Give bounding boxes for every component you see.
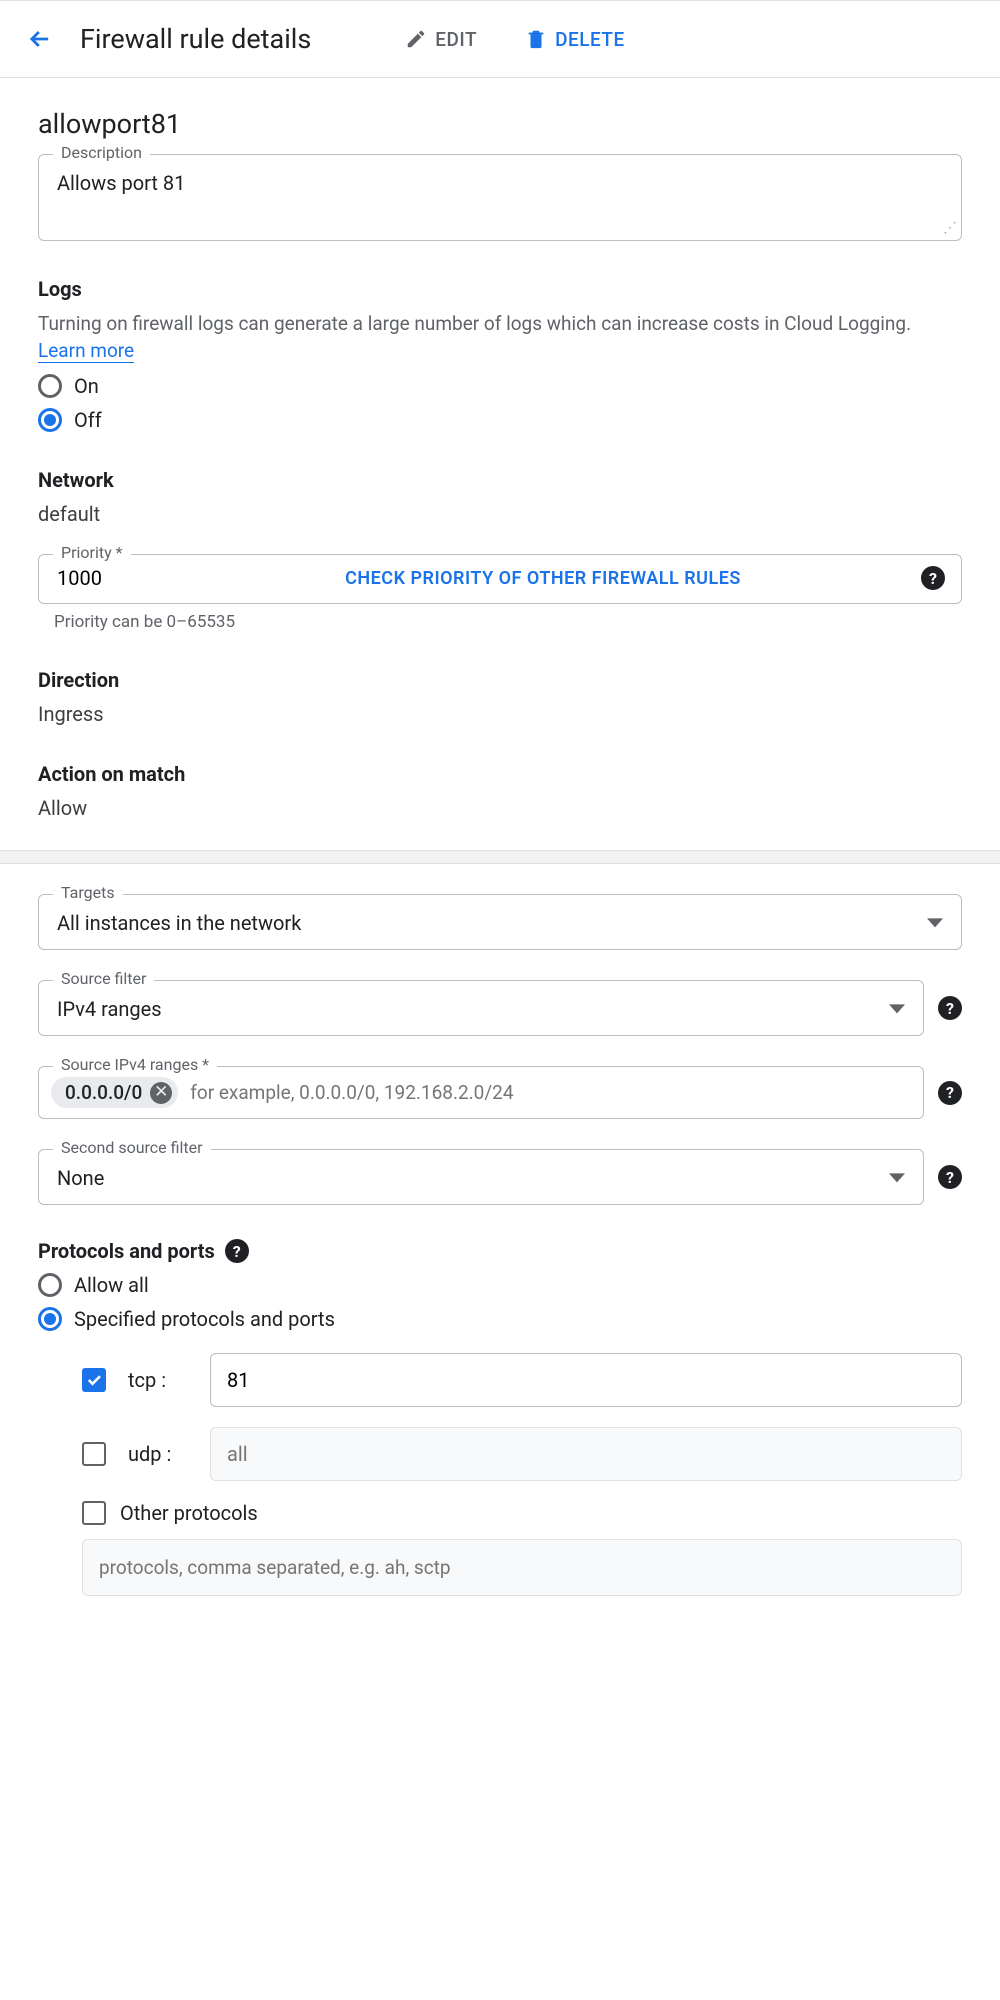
udp-checkbox[interactable] (82, 1442, 106, 1466)
tcp-checkbox[interactable] (82, 1368, 106, 1392)
protocols-title-row: Protocols and ports ? (38, 1239, 962, 1263)
targets-label: Targets (53, 883, 123, 902)
tcp-label: tcp : (128, 1368, 188, 1392)
source-filter-select[interactable]: Source filter IPv4 ranges (38, 980, 924, 1036)
logs-off-radio[interactable] (38, 408, 62, 432)
trash-icon (525, 28, 547, 50)
chevron-down-icon (889, 1005, 905, 1014)
allow-all-radio[interactable] (38, 1273, 62, 1297)
other-protocols-input (82, 1539, 962, 1596)
priority-label: Priority * (53, 543, 131, 562)
chip-remove-icon[interactable]: ✕ (150, 1082, 172, 1104)
logs-helper: Turning on firewall logs can generate a … (38, 311, 962, 364)
targets-select[interactable]: Targets All instances in the network (38, 894, 962, 950)
other-protocols-label: Other protocols (120, 1501, 258, 1525)
help-icon[interactable]: ? (938, 1165, 962, 1189)
specified-radio[interactable] (38, 1307, 62, 1331)
panel-divider (0, 850, 1000, 864)
chevron-down-icon (889, 1174, 905, 1183)
delete-button[interactable]: DELETE (511, 20, 639, 59)
priority-input[interactable] (55, 565, 165, 591)
direction-value: Ingress (38, 702, 962, 726)
logs-on-label: On (74, 374, 99, 398)
priority-helper: Priority can be 0–65535 (54, 612, 962, 632)
ip-range-chip-text: 0.0.0.0/0 (65, 1081, 142, 1104)
description-label: Description (53, 143, 150, 162)
source-filter-label: Source filter (53, 969, 154, 988)
source-ranges-input[interactable] (188, 1080, 873, 1105)
targets-value: All instances in the network (57, 911, 301, 935)
resize-handle-icon: ⋰ (943, 220, 957, 236)
priority-field: Priority * CHECK PRIORITY OF OTHER FIREW… (38, 554, 962, 604)
second-source-filter-select[interactable]: Second source filter None (38, 1149, 924, 1205)
logs-helper-text: Turning on firewall logs can generate a … (38, 312, 911, 335)
learn-more-link[interactable]: Learn more (38, 339, 134, 363)
edit-label: EDIT (435, 28, 477, 51)
help-icon[interactable]: ? (938, 1081, 962, 1105)
udp-ports-input (210, 1427, 962, 1481)
help-icon[interactable]: ? (921, 566, 945, 590)
help-icon[interactable]: ? (225, 1239, 249, 1263)
rule-name: allowport81 (38, 108, 962, 140)
source-filter-value: IPv4 ranges (57, 997, 162, 1021)
source-ranges-field[interactable]: Source IPv4 ranges * 0.0.0.0/0 ✕ (38, 1066, 924, 1119)
tcp-ports-input[interactable] (210, 1353, 962, 1407)
specified-label: Specified protocols and ports (74, 1307, 335, 1331)
action-title: Action on match (38, 762, 962, 786)
udp-label: udp : (128, 1442, 188, 1466)
pencil-icon (405, 28, 427, 50)
second-source-filter-value: None (57, 1166, 104, 1190)
logs-off-label: Off (74, 408, 102, 432)
action-value: Allow (38, 796, 962, 820)
check-priority-link[interactable]: CHECK PRIORITY OF OTHER FIREWALL RULES (175, 568, 911, 589)
logs-title: Logs (38, 277, 962, 301)
other-protocols-checkbox[interactable] (82, 1501, 106, 1525)
direction-title: Direction (38, 668, 962, 692)
description-field[interactable]: Description ⋰ (38, 154, 962, 241)
network-value: default (38, 502, 962, 526)
source-ranges-label: Source IPv4 ranges * (53, 1055, 217, 1074)
protocols-title: Protocols and ports (38, 1239, 215, 1263)
description-textarea[interactable] (55, 169, 945, 221)
page-title: Firewall rule details (80, 23, 311, 55)
delete-label: DELETE (555, 28, 625, 51)
allow-all-label: Allow all (74, 1273, 149, 1297)
edit-button[interactable]: EDIT (391, 20, 491, 59)
back-arrow-icon[interactable] (20, 19, 60, 59)
logs-on-radio[interactable] (38, 374, 62, 398)
chevron-down-icon (927, 919, 943, 928)
help-icon[interactable]: ? (938, 996, 962, 1020)
ip-range-chip: 0.0.0.0/0 ✕ (51, 1077, 178, 1108)
network-title: Network (38, 468, 962, 492)
page-header: Firewall rule details EDIT DELETE (0, 0, 1000, 78)
second-source-filter-label: Second source filter (53, 1138, 211, 1157)
